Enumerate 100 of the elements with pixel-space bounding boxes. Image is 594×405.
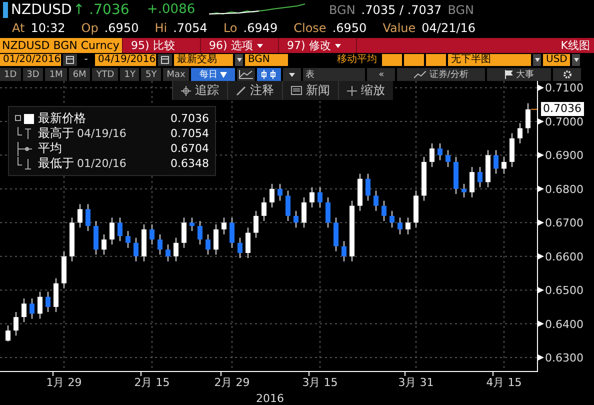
y-tick-label: 0.6700 bbox=[545, 216, 584, 230]
back-button[interactable]: « bbox=[367, 68, 396, 81]
settings-icon[interactable] bbox=[553, 68, 582, 81]
candlestick bbox=[78, 204, 82, 228]
candlestick bbox=[222, 217, 226, 235]
legend-date: 04/19/16 bbox=[77, 127, 126, 140]
candlestick bbox=[278, 183, 282, 202]
stat-value: .6950 bbox=[332, 21, 367, 36]
candlestick bbox=[262, 196, 266, 222]
legend-value: 0.7054 bbox=[170, 127, 209, 140]
period-tab[interactable]: 3D bbox=[22, 68, 44, 81]
candle-style-icon[interactable] bbox=[257, 68, 282, 81]
last-price-line bbox=[530, 108, 538, 110]
candlestick bbox=[390, 210, 394, 228]
zoom-icon bbox=[347, 86, 357, 96]
candlestick bbox=[494, 150, 498, 174]
candlestick bbox=[62, 250, 66, 289]
stat-value: .7054 bbox=[173, 21, 208, 36]
dropdown-icon[interactable] bbox=[533, 54, 541, 66]
frequency-dropdown[interactable]: 每日 bbox=[191, 68, 236, 81]
moving-average-field[interactable] bbox=[426, 54, 446, 66]
analysis-button[interactable]: 证券/分析 bbox=[397, 68, 486, 81]
candlestick bbox=[462, 183, 466, 198]
y-tick-label: 0.7100 bbox=[545, 82, 584, 95]
pencil-icon bbox=[236, 86, 246, 96]
price-type-field[interactable]: 最新交易 bbox=[174, 54, 233, 66]
line-chart-icon[interactable] bbox=[237, 68, 256, 81]
stat-label: Value bbox=[382, 21, 416, 36]
candlestick bbox=[286, 190, 290, 222]
candlestick bbox=[230, 217, 234, 248]
legend-label: 最高于 bbox=[38, 125, 74, 142]
x-axis-label: 2016 bbox=[256, 392, 284, 405]
chart-icon bbox=[414, 70, 426, 78]
stat-label: Close bbox=[294, 21, 326, 36]
period-tab[interactable]: 6M bbox=[68, 68, 90, 81]
candlestick bbox=[382, 200, 386, 222]
legend-value: 0.6704 bbox=[170, 142, 209, 155]
x-tick-label: 3月 31 bbox=[398, 376, 434, 389]
candlestick bbox=[374, 190, 378, 212]
dropdown-icon[interactable] bbox=[235, 54, 243, 66]
security-field[interactable]: NZDUSD BGN Curncy bbox=[0, 38, 122, 53]
x-tick-label: 1月 29 bbox=[46, 376, 82, 389]
period-tab[interactable]: 1D bbox=[0, 68, 21, 81]
stat-value: .6950 bbox=[104, 21, 139, 36]
legend-label: 最新价格 bbox=[38, 110, 86, 126]
candlestick bbox=[38, 291, 42, 320]
candlestick bbox=[518, 122, 522, 144]
price-change: +.0086 bbox=[147, 1, 196, 19]
start-date-field[interactable]: 01/20/2016 bbox=[0, 54, 61, 66]
candlestick bbox=[14, 312, 18, 336]
candlestick bbox=[158, 234, 162, 256]
candlestick bbox=[86, 204, 90, 232]
candlestick bbox=[326, 196, 330, 228]
flag-icon bbox=[504, 70, 513, 79]
calendar-icon[interactable] bbox=[158, 54, 172, 66]
candlestick bbox=[486, 150, 490, 188]
calendar-icon[interactable] bbox=[63, 54, 77, 66]
candlestick bbox=[414, 190, 418, 228]
caret-icon bbox=[220, 72, 228, 78]
candlestick bbox=[302, 196, 306, 228]
crosshair-icon bbox=[181, 86, 191, 96]
moving-average-field[interactable] bbox=[382, 54, 402, 66]
y-tick-label: 0.6800 bbox=[545, 182, 584, 196]
period-tab[interactable]: Max bbox=[162, 68, 190, 81]
candlestick bbox=[30, 298, 34, 320]
candlestick bbox=[526, 102, 530, 134]
period-tab[interactable]: 1M bbox=[45, 68, 67, 81]
currency-field[interactable]: USD bbox=[543, 54, 570, 66]
candlestick bbox=[118, 217, 122, 242]
table-button[interactable]: 表 bbox=[303, 68, 366, 81]
moving-average-field[interactable] bbox=[404, 54, 424, 66]
candlestick bbox=[70, 217, 74, 262]
candlestick bbox=[430, 142, 434, 168]
candlestick bbox=[54, 278, 58, 312]
lower-chart-field[interactable]: 无下半图 bbox=[448, 54, 531, 66]
end-date-field[interactable]: 04/19/2016 bbox=[95, 54, 156, 66]
moving-average-label: 移动平均 bbox=[337, 54, 378, 66]
source-field[interactable]: BGN bbox=[245, 54, 288, 66]
candlestick bbox=[310, 186, 314, 208]
candlestick bbox=[318, 186, 322, 208]
candlestick bbox=[6, 324, 10, 342]
candlestick bbox=[294, 210, 298, 228]
candlestick bbox=[110, 217, 114, 246]
y-tick-label: 0.6500 bbox=[545, 284, 584, 298]
candlestick bbox=[150, 224, 154, 246]
last-price: ↑ .7036 bbox=[73, 1, 130, 19]
status-marker bbox=[3, 2, 8, 18]
candlestick bbox=[238, 237, 242, 259]
candlestick bbox=[142, 224, 146, 262]
candlestick bbox=[46, 291, 50, 312]
period-tab[interactable]: 1Y bbox=[120, 68, 140, 81]
dropdown-icon[interactable] bbox=[572, 54, 580, 66]
dropdown-icon[interactable] bbox=[283, 68, 302, 81]
ask-source: BGN bbox=[448, 2, 474, 19]
period-tab[interactable]: 5Y bbox=[141, 68, 161, 81]
candlestick bbox=[134, 237, 138, 262]
candlestick bbox=[22, 298, 26, 323]
events-button[interactable]: 大事 bbox=[487, 68, 552, 81]
period-tab[interactable]: YTD bbox=[92, 68, 118, 81]
candlestick bbox=[94, 220, 98, 256]
